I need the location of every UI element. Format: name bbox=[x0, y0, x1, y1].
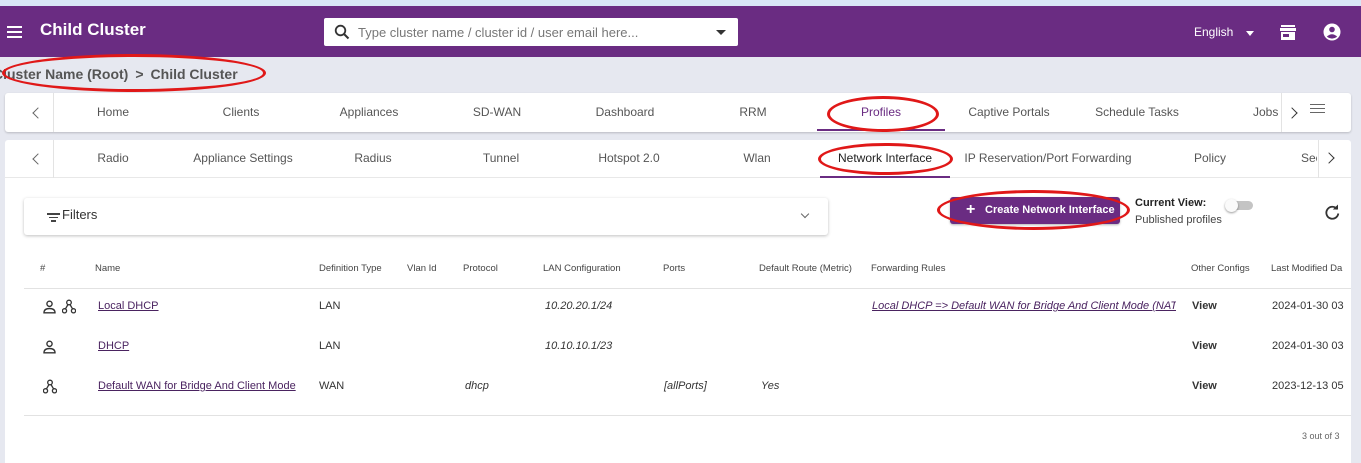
tab-appliance-settings[interactable]: Appliance Settings bbox=[193, 151, 292, 165]
current-view-value: Published profiles bbox=[1135, 214, 1222, 226]
active-tab-indicator bbox=[817, 129, 945, 131]
filter-icon bbox=[47, 213, 60, 222]
tab-network-interface[interactable]: Network Interface bbox=[838, 151, 932, 165]
tab-sd-wan[interactable]: SD-WAN bbox=[473, 105, 521, 119]
plus-icon: + bbox=[966, 201, 976, 218]
profile-tabs-scroll-right-icon[interactable] bbox=[1323, 152, 1335, 164]
tab-wlan[interactable]: Wlan bbox=[743, 151, 770, 165]
create-button-label: Create Network Interface bbox=[985, 204, 1115, 216]
tab-jobs[interactable]: Jobs bbox=[1253, 105, 1279, 119]
column-header-vlan-id[interactable]: Vlan Id bbox=[407, 263, 437, 274]
row-view-button[interactable]: View bbox=[1192, 300, 1217, 312]
breadcrumb-separator: > bbox=[135, 66, 144, 82]
row-definition-type: LAN bbox=[319, 340, 341, 352]
column-header-other-configs[interactable]: Other Configs bbox=[1191, 263, 1250, 274]
tab-radio[interactable]: Radio bbox=[97, 151, 128, 165]
store-icon[interactable] bbox=[1280, 25, 1296, 40]
tab-list-menu-icon[interactable] bbox=[1310, 104, 1325, 114]
tab-captive-portals[interactable]: Captive Portals bbox=[968, 105, 1049, 119]
row-forwarding-rule-link[interactable]: Local DHCP => Default WAN for Bridge And… bbox=[872, 300, 1176, 312]
row-name-link[interactable]: DHCP bbox=[98, 340, 129, 352]
app-title: Child Cluster bbox=[40, 20, 146, 39]
row-last-modified: 2024-01-30 03 bbox=[1272, 340, 1344, 352]
column-header-definition-type[interactable]: Definition Type bbox=[319, 263, 382, 274]
filters-label: Filters bbox=[62, 207, 98, 222]
breadcrumb-root[interactable]: Cluster Name (Root) bbox=[0, 66, 128, 82]
search-icon bbox=[334, 24, 350, 40]
breadcrumb-current: Child Cluster bbox=[150, 66, 238, 82]
network-icon bbox=[43, 379, 57, 394]
column-header-lan-configuration[interactable]: LAN Configuration bbox=[543, 263, 621, 274]
column-header-forwarding-rules[interactable]: Forwarding Rules bbox=[871, 263, 945, 274]
create-network-interface-button[interactable]: + Create Network Interface bbox=[950, 197, 1120, 224]
main-tab-bar: Home Clients Appliances SD-WAN Dashboard… bbox=[5, 93, 1351, 132]
language-dropdown-icon[interactable] bbox=[1246, 31, 1254, 36]
current-view-label: Current View: bbox=[1135, 197, 1207, 209]
profile-content-card: Radio Appliance Settings Radius Tunnel H… bbox=[5, 140, 1351, 463]
profile-tabs-scroll-left-icon[interactable] bbox=[32, 153, 44, 165]
toggle-knob bbox=[1225, 199, 1238, 212]
column-header-ports[interactable]: Ports bbox=[663, 263, 685, 274]
tab-divider bbox=[53, 93, 54, 132]
tab-radius[interactable]: Radius bbox=[354, 151, 391, 165]
tab-divider bbox=[53, 140, 54, 178]
row-default-route: Yes bbox=[761, 380, 780, 392]
person-icon bbox=[43, 300, 56, 314]
column-header-default-route[interactable]: Default Route (Metric) bbox=[759, 263, 852, 274]
tab-schedule-tasks[interactable]: Schedule Tasks bbox=[1095, 105, 1179, 119]
refresh-icon[interactable] bbox=[1324, 204, 1341, 221]
table-footer-divider bbox=[24, 415, 1351, 416]
tab-ip-reservation[interactable]: IP Reservation/Port Forwarding bbox=[964, 151, 1131, 165]
tab-rrm[interactable]: RRM bbox=[739, 105, 766, 119]
current-view-toggle[interactable] bbox=[1225, 199, 1253, 212]
profile-tab-bar: Radio Appliance Settings Radius Tunnel H… bbox=[5, 140, 1351, 178]
row-count: 3 out of 3 bbox=[1302, 431, 1340, 441]
person-icon bbox=[43, 340, 56, 354]
row-lan-configuration: 10.10.10.1/23 bbox=[545, 340, 613, 352]
tabs-scroll-right-icon[interactable] bbox=[1286, 107, 1298, 119]
search-dropdown-icon[interactable] bbox=[716, 30, 726, 35]
row-protocol: dhcp bbox=[465, 380, 489, 392]
tab-appliances[interactable]: Appliances bbox=[340, 105, 399, 119]
column-header-protocol[interactable]: Protocol bbox=[463, 263, 498, 274]
tab-profiles[interactable]: Profiles bbox=[861, 105, 901, 119]
hamburger-menu-icon[interactable] bbox=[7, 26, 22, 38]
row-definition-type: WAN bbox=[319, 380, 345, 392]
row-lan-configuration: 10.20.20.1/24 bbox=[545, 300, 613, 312]
column-header-last-modified[interactable]: Last Modified Da bbox=[1271, 263, 1351, 274]
tab-divider bbox=[1281, 93, 1282, 132]
account-icon[interactable] bbox=[1323, 23, 1341, 41]
tab-sec[interactable]: Sec bbox=[1301, 151, 1317, 165]
row-view-button[interactable]: View bbox=[1192, 340, 1217, 352]
tab-home[interactable]: Home bbox=[97, 105, 129, 119]
network-icon bbox=[62, 299, 76, 314]
tab-tunnel[interactable]: Tunnel bbox=[483, 151, 519, 165]
tab-hotspot[interactable]: Hotspot 2.0 bbox=[598, 151, 659, 165]
column-header-name[interactable]: Name bbox=[95, 263, 120, 274]
filters-panel[interactable]: Filters bbox=[24, 198, 828, 235]
tab-policy[interactable]: Policy bbox=[1194, 151, 1226, 165]
tab-clients[interactable]: Clients bbox=[223, 105, 260, 119]
row-last-modified: 2024-01-30 03 bbox=[1272, 300, 1344, 312]
row-last-modified: 2023-12-13 05 bbox=[1272, 380, 1344, 392]
tabs-scroll-left-icon[interactable] bbox=[32, 107, 44, 119]
app-bar: Child Cluster English bbox=[0, 6, 1361, 57]
language-select[interactable]: English bbox=[1194, 25, 1233, 39]
tab-divider bbox=[1318, 140, 1319, 178]
breadcrumb: Cluster Name (Root) > Child Cluster bbox=[0, 66, 238, 82]
cluster-search[interactable] bbox=[324, 18, 738, 46]
chevron-down-icon[interactable] bbox=[800, 209, 810, 219]
search-input[interactable] bbox=[358, 22, 708, 42]
row-name-link[interactable]: Local DHCP bbox=[98, 300, 159, 312]
tab-dashboard[interactable]: Dashboard bbox=[596, 105, 655, 119]
row-definition-type: LAN bbox=[319, 300, 341, 312]
row-ports: [allPorts] bbox=[664, 380, 707, 392]
column-header-index: # bbox=[40, 263, 46, 274]
active-profile-tab-indicator bbox=[820, 176, 950, 178]
table-header-divider bbox=[24, 288, 1351, 289]
row-view-button[interactable]: View bbox=[1192, 380, 1217, 392]
row-name-link[interactable]: Default WAN for Bridge And Client Mode bbox=[98, 380, 296, 392]
